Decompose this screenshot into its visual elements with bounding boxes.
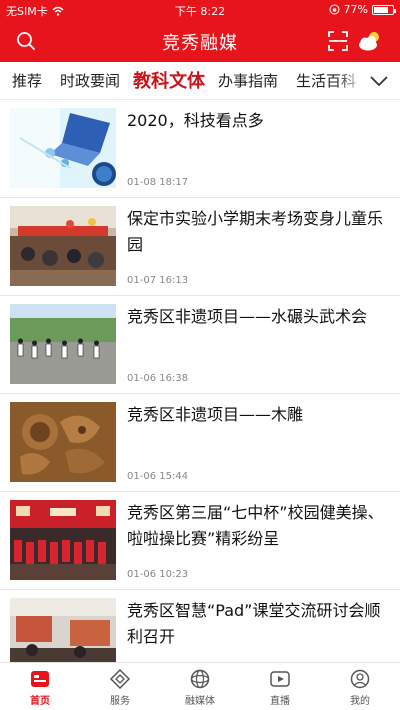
app-bar: 竞秀融媒 (0, 20, 400, 62)
article-date: 01-08 18:17 (127, 177, 189, 188)
list-item[interactable]: 竞秀区非遗项目——水碾头武术会 01-06 16:38 (0, 296, 400, 394)
article-title: 2020，科技看点多 (127, 111, 264, 130)
nav-home-label: 首页 (30, 696, 50, 707)
article-thumbnail (10, 206, 116, 286)
status-bar: 无SIM卡 下午 8:22 77% (0, 0, 400, 20)
article-title: 竞秀区非遗项目——木雕 (127, 405, 304, 424)
article-title: 竞秀区非遗项目——水碾头武术会 (127, 307, 368, 326)
tab-education[interactable]: 教科文体 (133, 67, 205, 93)
orientation-lock-icon (329, 4, 340, 15)
live-icon (270, 671, 290, 687)
article-thumbnail (10, 108, 116, 188)
battery-level (374, 6, 388, 13)
tabs-fade (336, 62, 366, 99)
bottom-nav: 首页 服务 融媒体 直播 我的 (0, 662, 400, 710)
article-thumbnail (10, 402, 116, 482)
article-title: 竞秀区第三届“七中杯”校园健美操、啦啦操比赛”精彩纷呈 (127, 503, 384, 548)
article-title: 竞秀区智慧“Pad”课堂交流研讨会顺利召开 (127, 601, 381, 646)
nav-home[interactable]: 首页 (0, 663, 80, 710)
nav-media[interactable]: 融媒体 (160, 663, 240, 710)
battery-percent: 77% (343, 3, 368, 16)
nav-service-label: 服务 (110, 696, 130, 707)
tab-services-guide[interactable]: 办事指南 (218, 70, 278, 91)
article-thumbnail (10, 500, 116, 580)
nav-live-label: 直播 (270, 696, 290, 707)
list-item[interactable]: 2020，科技看点多 01-08 18:17 (0, 100, 400, 198)
list-item[interactable]: 竞秀区非遗项目——木雕 01-06 15:44 (0, 394, 400, 492)
scan-icon[interactable] (326, 29, 350, 53)
tab-recommend[interactable]: 推荐 (12, 70, 42, 91)
nav-profile-label: 我的 (350, 696, 370, 707)
article-title: 保定市实验小学期末考场变身儿童乐园 (127, 209, 384, 254)
nav-profile[interactable]: 我的 (320, 663, 400, 710)
profile-icon (350, 669, 370, 689)
article-date: 01-06 16:38 (127, 373, 189, 384)
list-item[interactable]: 保定市实验小学期末考场变身儿童乐园 01-07 16:13 (0, 198, 400, 296)
tab-politics[interactable]: 时政要闻 (60, 70, 120, 91)
battery-icon (372, 4, 396, 15)
service-icon (109, 669, 131, 689)
nav-live[interactable]: 直播 (240, 663, 320, 710)
weather-icon[interactable] (356, 28, 384, 54)
chevron-down-icon[interactable] (366, 71, 392, 91)
article-date: 01-06 15:44 (127, 471, 189, 482)
media-icon (190, 669, 210, 689)
nav-service[interactable]: 服务 (80, 663, 160, 710)
article-thumbnail (10, 304, 116, 384)
home-icon (31, 671, 49, 687)
category-tabs: 推荐 时政要闻 教科文体 办事指南 生活百科 (0, 62, 400, 100)
list-item[interactable]: 竞秀区第三届“七中杯”校园健美操、啦啦操比赛”精彩纷呈 01-06 10:23 (0, 492, 400, 590)
article-date: 01-06 10:23 (127, 569, 189, 580)
nav-media-label: 融媒体 (185, 696, 215, 707)
article-date: 01-07 16:13 (127, 275, 189, 286)
